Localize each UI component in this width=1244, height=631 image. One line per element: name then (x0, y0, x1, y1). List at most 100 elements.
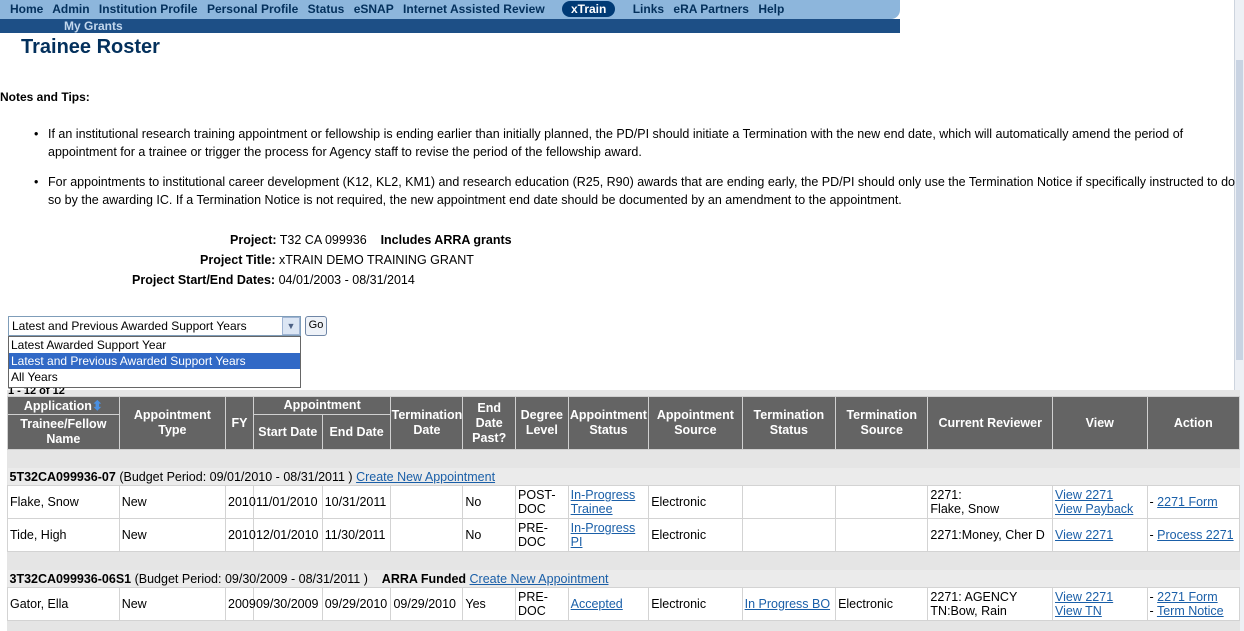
2271-form-link[interactable]: 2271 Form (1157, 495, 1217, 509)
nav-links[interactable]: Links (633, 2, 664, 16)
option-latest-previous[interactable]: Latest and Previous Awarded Support Year… (9, 353, 300, 369)
appointment-type: New (118, 485, 227, 519)
nav-status[interactable]: Status (308, 2, 345, 16)
nav-my-grants[interactable]: My Grants (64, 19, 123, 33)
header-start-date: Start Date (252, 414, 323, 450)
go-button[interactable]: Go (305, 316, 327, 336)
select-value: Latest and Previous Awarded Support Year… (12, 319, 247, 333)
nav-internet-assisted-review[interactable]: Internet Assisted Review (403, 2, 545, 16)
view-links: View 2271 View Payback (1052, 485, 1148, 519)
header-appointment-source: Appointment Source (648, 396, 743, 450)
nav-era-partners[interactable]: eRA Partners (673, 2, 749, 16)
budget-period: (Budget Period: 09/01/2010 - 08/31/2011 … (119, 469, 353, 484)
budget-period-row: 5T32CA099936-07 (Budget Period: 09/01/20… (7, 468, 1240, 486)
view-2271-link[interactable]: View 2271 (1055, 590, 1113, 604)
degree-level: POST-DOC (515, 485, 569, 519)
process-2271-link[interactable]: Process 2271 (1157, 528, 1233, 542)
appointment-type: New (118, 518, 227, 552)
page-title: Trainee Roster (21, 36, 160, 58)
appointment-status: Accepted (567, 587, 650, 621)
appointment-status: In-Progress PI (567, 518, 650, 552)
sub-nav: My Grants (0, 19, 900, 33)
project-title-label: Project Title: (200, 253, 276, 267)
nav-personal-profile[interactable]: Personal Profile (207, 2, 298, 16)
view-2271-link[interactable]: View 2271 (1055, 488, 1113, 502)
termination-date: 09/29/2010 (390, 587, 464, 621)
nav-institution-profile[interactable]: Institution Profile (99, 2, 198, 16)
fy: 2010 (225, 485, 256, 519)
end-date: 09/29/2010 (321, 587, 392, 621)
appointment-status-link[interactable]: In-Progress Trainee (571, 488, 636, 516)
end-date-past: No (462, 518, 517, 552)
project-line: Project: T32 CA 099936 Includes ARRA gra… (230, 233, 512, 247)
view-2271-link[interactable]: View 2271 (1055, 528, 1113, 542)
view-links: View 2271 (1052, 518, 1148, 552)
termination-source (835, 518, 929, 552)
termination-source: Electronic (835, 587, 929, 621)
create-appointment-link[interactable]: Create New Appointment (356, 470, 495, 484)
option-all-years[interactable]: All Years (9, 369, 300, 385)
header-view: View (1052, 396, 1148, 450)
termination-status: In Progress BO (741, 587, 837, 621)
termination-status (741, 485, 837, 519)
table-row: Gator, Ella New 2009 09/30/2009 09/29/20… (7, 587, 1241, 621)
header-trainee-name: Trainee/Fellow Name (7, 414, 120, 450)
top-nav: Home Admin Institution Profile Personal … (0, 0, 900, 19)
arra-note: Includes ARRA grants (380, 233, 512, 247)
grant-number: 3T32CA099936-06S1 (9, 571, 132, 586)
nav-help[interactable]: Help (758, 2, 784, 16)
header-fy: FY (225, 396, 254, 450)
chevron-down-icon[interactable]: ▼ (282, 317, 300, 335)
project-label: Project: (230, 233, 277, 247)
header-application[interactable]: Application⬍ (7, 396, 120, 415)
note-item: For appointments to institutional career… (34, 173, 1238, 209)
termination-status-link[interactable]: In Progress BO (745, 597, 830, 611)
action-links: - 2271 Form - Term Notice (1146, 587, 1241, 621)
appointment-source: Electronic (648, 587, 743, 621)
view-payback-link[interactable]: View Payback (1055, 502, 1133, 516)
arra-funded: ARRA Funded (381, 571, 467, 586)
nav-admin[interactable]: Admin (52, 2, 89, 16)
start-date: 12/01/2010 (252, 518, 323, 552)
header-degree-level: Degree Level (515, 396, 569, 450)
current-reviewer: 2271:Money, Cher D (927, 518, 1054, 552)
grant-number: 5T32CA099936-07 (9, 469, 116, 484)
degree-level: PRE-DOC (515, 518, 569, 552)
nav-home[interactable]: Home (10, 2, 43, 16)
trainee-name: Gator, Ella (7, 587, 120, 621)
appointment-status-link[interactable]: In-Progress PI (571, 521, 636, 549)
header-appointment-type: Appointment Type (118, 396, 227, 450)
nav-xtrain[interactable]: xTrain (562, 1, 616, 17)
trainee-name: Tide, High (7, 518, 120, 552)
appointment-status-link[interactable]: Accepted (571, 597, 623, 611)
2271-form-link[interactable]: 2271 Form (1157, 590, 1217, 604)
termination-status (741, 518, 837, 552)
scrollbar-thumb[interactable] (1236, 60, 1243, 360)
termination-date (390, 518, 464, 552)
project-number: T32 CA 099936 (279, 233, 367, 247)
note-item: If an institutional research training ap… (34, 125, 1238, 161)
termination-date (390, 485, 464, 519)
term-notice-link[interactable]: Term Notice (1157, 604, 1224, 618)
current-reviewer: 2271: AGENCY TN:Bow, Rain (927, 587, 1054, 621)
action-links: - Process 2271 (1146, 518, 1241, 552)
end-date: 11/30/2011 (321, 518, 392, 552)
appointment-type: New (118, 587, 227, 621)
option-latest-year[interactable]: Latest Awarded Support Year (9, 337, 300, 353)
project-dates-line: Project Start/End Dates: 04/01/2003 - 08… (132, 273, 415, 287)
fy: 2010 (225, 518, 256, 552)
fy: 2009 (225, 587, 256, 621)
trainee-name: Flake, Snow (7, 485, 120, 519)
nav-esnap[interactable]: eSNAP (354, 2, 394, 16)
notes-heading: Notes and Tips: (0, 90, 90, 104)
end-date-past: No (462, 485, 517, 519)
header-termination-source: Termination Source (835, 396, 929, 450)
support-year-select[interactable]: Latest and Previous Awarded Support Year… (8, 316, 301, 336)
create-appointment-link[interactable]: Create New Appointment (470, 572, 609, 586)
sort-icon[interactable]: ⬍ (92, 398, 103, 413)
budget-period-row: 3T32CA099936-06S1 (Budget Period: 09/30/… (7, 570, 1240, 588)
degree-level: PRE-DOC (515, 587, 569, 621)
appointment-status: In-Progress Trainee (567, 485, 650, 519)
view-tn-link[interactable]: View TN (1055, 604, 1102, 618)
appointment-source: Electronic (648, 518, 743, 552)
